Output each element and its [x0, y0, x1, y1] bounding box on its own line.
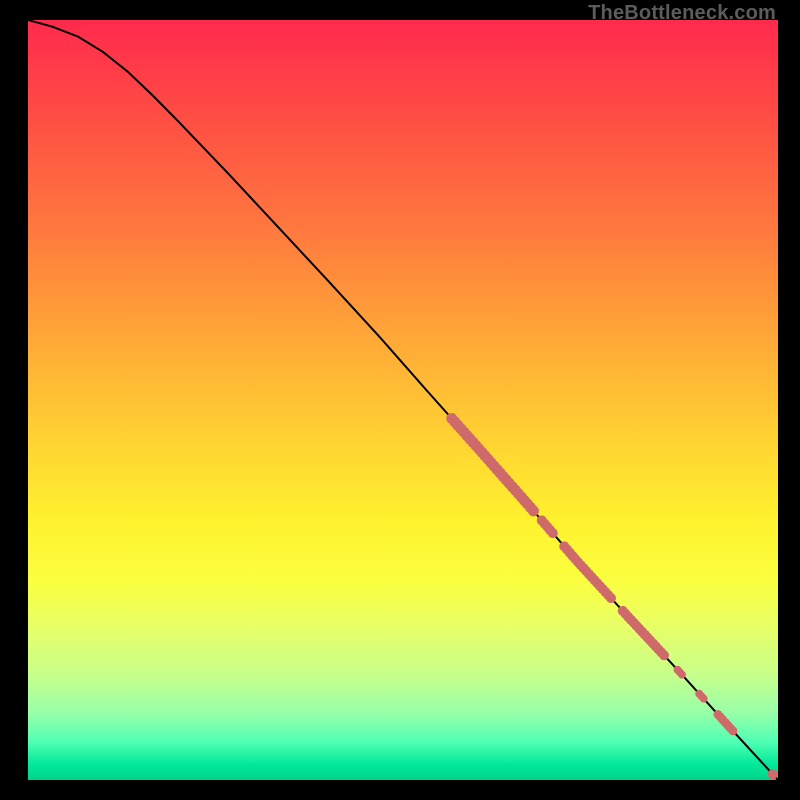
plot-area — [28, 20, 778, 780]
chart-svg — [28, 20, 778, 780]
marker-layer — [446, 413, 778, 779]
data-marker — [606, 593, 616, 603]
data-marker — [768, 769, 778, 779]
chart-container: TheBottleneck.com — [0, 0, 800, 800]
data-marker — [678, 671, 686, 679]
watermark-text: TheBottleneck.com — [588, 2, 776, 25]
data-marker — [528, 505, 539, 516]
data-marker — [548, 528, 558, 538]
data-marker — [659, 650, 669, 660]
curve-layer — [28, 20, 778, 780]
data-marker — [728, 726, 737, 735]
data-marker — [700, 695, 708, 703]
curve-path — [28, 20, 778, 780]
